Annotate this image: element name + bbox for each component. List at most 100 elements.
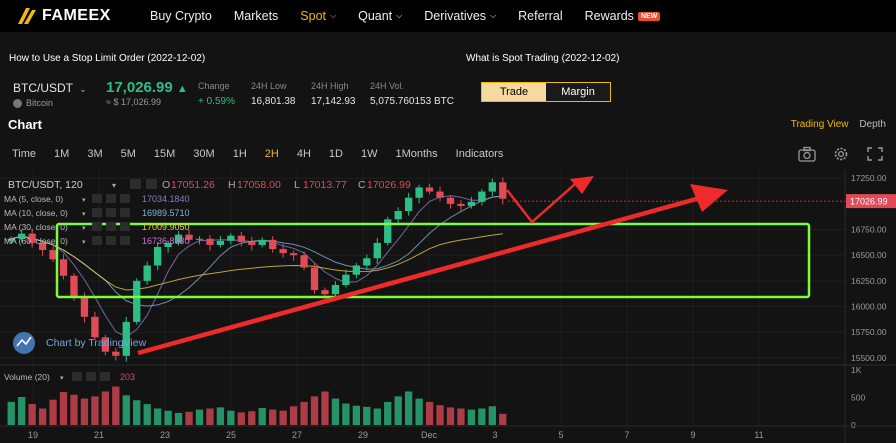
eye-icon [72,372,82,381]
nav-item-markets[interactable]: Markets [234,9,278,23]
gear-icon[interactable] [832,146,850,162]
volume-bar [404,391,413,425]
volume-bar [279,410,287,425]
ma-legend-label: MA (10, close, 0) [4,208,68,218]
nav-item-spot[interactable]: Spot ⌵ [300,9,336,23]
brand-logo[interactable]: FAMEEX [18,7,138,25]
timeframe-bar: Time 1M 3M 5M 15M 30M 1H 2H 4H 1D 1W 1Months Indicat… [12,148,521,160]
nav-item-label: Rewards [584,9,634,23]
current-price-label: 17026.99 [850,197,888,207]
nav-item-buy-crypto[interactable]: Buy Crypto [150,9,212,23]
volume-bar [478,408,486,425]
candle-body [310,267,319,291]
timeframe-4h[interactable]: 4H [297,148,311,160]
candle-body [404,197,413,212]
volume-bar [425,401,434,425]
volume-bar [133,400,141,425]
new-badge: NEW [637,11,661,21]
trade-tab[interactable]: Trade [482,83,546,101]
close-icon [100,372,110,381]
top-nav: FAMEEX Buy Crypto Markets Spot ⌵ Quant ⌵ Deriv… [0,0,896,32]
nav-item-rewards[interactable]: Rewards NEW [585,9,661,23]
stat-change: Change + 0.59% [198,81,235,107]
candle-body [457,203,465,206]
timeframe-1m[interactable]: 1M [54,148,69,160]
last-price: 17,026.99 ▲ [106,79,188,96]
ohlc-key: O [162,179,170,191]
timeframe-15m[interactable]: 15M [154,148,175,160]
gear-icon [86,372,96,381]
chart-title: Chart [8,117,42,132]
nav-menu: Buy Crypto Markets Spot ⌵ Quant ⌵ Derivatives ⌵… [150,9,682,23]
timeframe-3m[interactable]: 3M [87,148,102,160]
nav-item-referral[interactable]: Referral [518,9,562,23]
timeframe-1w[interactable]: 1W [361,148,378,160]
trading-view-tab[interactable]: Trading View [791,119,849,130]
volume-bar [415,398,423,425]
timeframe-1months[interactable]: 1Months [395,148,437,160]
chevron-down-icon: ▾ [82,225,86,232]
volume-bar [488,406,496,425]
timeframe-1d[interactable]: 1D [329,148,343,160]
volume-bar [185,411,193,425]
x-tick-label: Dec [421,430,438,440]
brand-name: FAMEEX [42,7,111,24]
ma-legend-label: MA (30, close, 0) [4,222,68,232]
volume-bar [227,410,235,425]
price-chart[interactable]: 19 21 23 25 27 29 Dec 3 5 7 9 11 17250.00 16750.00 165… [0,170,896,443]
ohlc-value: 17051.26 [171,179,215,191]
news-link-spot-trading[interactable]: What is Spot Trading (2022-12-02) [466,53,619,64]
nav-item-label: Referral [518,9,563,23]
candle-body [300,255,308,268]
y-tick-label: 16000.00 [851,302,887,312]
pair-selector[interactable]: BTC/USDT ⌄ [13,81,87,95]
candle-body [425,187,434,192]
nav-item-derivatives[interactable]: Derivatives ⌵ [424,9,496,23]
volume-bar [269,409,277,425]
ma-legend-value: 17034.1840 [142,194,190,204]
candle-body [237,235,245,242]
ma-legend-value: 16736.8930 [142,236,190,246]
nav-item-quant[interactable]: Quant ⌵ [358,9,402,23]
eye-icon [92,208,102,217]
candle-body [373,242,381,259]
volume-bar [499,413,507,425]
candle-body [331,284,340,295]
volume-bar [28,404,36,425]
timeframe-5m[interactable]: 5M [121,148,136,160]
news-link-stop-limit[interactable]: How to Use a Stop Limit Order (2022-12-0… [9,53,205,64]
candle-body [153,246,162,266]
eye-icon [92,222,102,231]
fullscreen-icon[interactable] [866,146,884,162]
candle-body [488,182,496,192]
volume-bar [195,409,204,425]
stat-label: 24H High [311,81,349,91]
y-tick-label: 16500.00 [851,250,887,260]
legend-symbol: BTC/USDT, 120 [8,179,83,191]
candle-body [112,351,120,356]
volume-bar [101,391,110,425]
candle-body [248,241,256,245]
volume-bar [153,408,162,425]
timeframe-30m[interactable]: 30M [193,148,214,160]
volume-bar [436,405,444,425]
volume-bar [467,409,476,425]
timeframe-2h[interactable]: 2H [265,148,279,160]
timeframe-1h[interactable]: 1H [233,148,247,160]
stat-label: Change [198,81,230,91]
candle-body [59,259,68,276]
candle-body [195,238,204,240]
x-tick-label: 5 [558,430,563,440]
x-tick-label: 21 [94,430,104,440]
timeframe-indicators[interactable]: Indicators [456,148,504,160]
camera-icon[interactable] [798,146,816,162]
timeframe-time[interactable]: Time [12,148,36,160]
ma-legend-value: 17009.9050 [142,222,190,232]
volume-legend-label: Volume (20) [4,372,50,382]
depth-tab[interactable]: Depth [859,119,886,130]
x-tick-label: 7 [624,430,629,440]
margin-tab[interactable]: Margin [546,83,610,101]
candle-body [227,235,235,241]
stat-24h-high: 24H High 17,142.93 [311,81,356,107]
chevron-down-icon: ▾ [60,375,64,382]
